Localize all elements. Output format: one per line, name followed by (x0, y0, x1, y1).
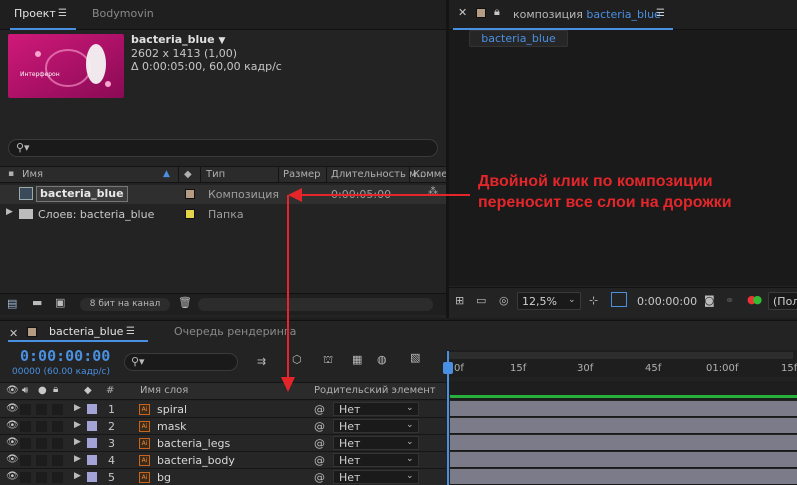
annotation-arrows (281, 188, 470, 392)
